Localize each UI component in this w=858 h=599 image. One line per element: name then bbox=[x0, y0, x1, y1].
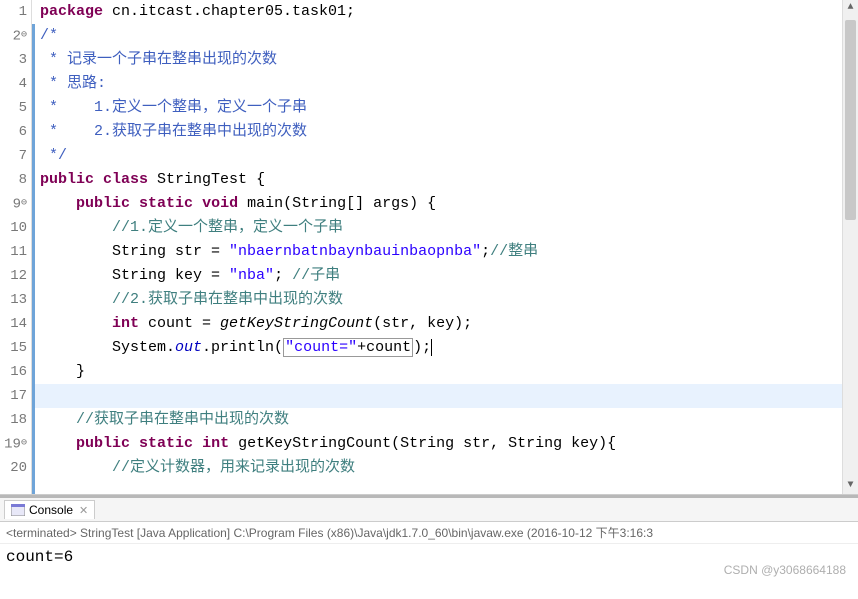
change-marker bbox=[32, 24, 35, 494]
code-line[interactable]: String key = "nba"; //子串 bbox=[32, 264, 858, 288]
line-number[interactable]: 13 bbox=[0, 288, 27, 312]
vertical-scrollbar[interactable]: ▲ ▼ bbox=[842, 0, 858, 494]
text-cursor bbox=[431, 339, 432, 356]
editor-area: 1 2⊖ 3 4 5 6 7 8 9⊖ 10 11 12 13 14 15 16… bbox=[0, 0, 858, 495]
line-number[interactable]: 7 bbox=[0, 144, 27, 168]
code-line[interactable]: } bbox=[32, 360, 858, 384]
code-line[interactable]: * 记录一个子串在整串出现的次数 bbox=[32, 48, 858, 72]
line-number[interactable]: 20 bbox=[0, 456, 27, 480]
line-number[interactable]: 18 bbox=[0, 408, 27, 432]
code-line[interactable]: //1.定义一个整串，定义一个子串 bbox=[32, 216, 858, 240]
code-line[interactable]: System.out.println("count="+count); bbox=[32, 336, 858, 360]
code-line[interactable]: public static int getKeyStringCount(Stri… bbox=[32, 432, 858, 456]
fold-toggle-icon[interactable]: ⊖ bbox=[21, 438, 27, 449]
code-line[interactable]: public static void main(String[] args) { bbox=[32, 192, 858, 216]
code-line[interactable]: int count = getKeyStringCount(str, key); bbox=[32, 312, 858, 336]
code-line[interactable]: * 思路: bbox=[32, 72, 858, 96]
code-line-highlighted[interactable] bbox=[32, 384, 858, 408]
console-tab[interactable]: Console ✕ bbox=[4, 500, 95, 519]
line-number[interactable]: 1 bbox=[0, 0, 27, 24]
line-number[interactable]: 9⊖ bbox=[0, 192, 27, 216]
code-line[interactable]: */ bbox=[32, 144, 858, 168]
line-number[interactable]: 3 bbox=[0, 48, 27, 72]
line-number[interactable]: 2⊖ bbox=[0, 24, 27, 48]
code-line[interactable]: //定义计数器，用来记录出现的次数 bbox=[32, 456, 858, 480]
fold-toggle-icon[interactable]: ⊖ bbox=[21, 30, 27, 41]
line-number[interactable]: 17 bbox=[0, 384, 27, 408]
line-number[interactable]: 4 bbox=[0, 72, 27, 96]
line-number[interactable]: 6 bbox=[0, 120, 27, 144]
code-line[interactable]: /* bbox=[32, 24, 858, 48]
console-icon bbox=[11, 504, 25, 516]
fold-toggle-icon[interactable]: ⊖ bbox=[21, 198, 27, 209]
watermark: CSDN @y3068664188 bbox=[724, 563, 846, 577]
line-gutter: 1 2⊖ 3 4 5 6 7 8 9⊖ 10 11 12 13 14 15 16… bbox=[0, 0, 32, 494]
code-line[interactable]: public class StringTest { bbox=[32, 168, 858, 192]
code-line[interactable]: //2.获取子串在整串中出现的次数 bbox=[32, 288, 858, 312]
console-status: <terminated> StringTest [Java Applicatio… bbox=[0, 522, 858, 544]
line-number[interactable]: 19⊖ bbox=[0, 432, 27, 456]
line-number[interactable]: 5 bbox=[0, 96, 27, 120]
scrollbar-thumb[interactable] bbox=[845, 20, 856, 220]
scroll-down-icon[interactable]: ▼ bbox=[843, 478, 858, 494]
line-number[interactable]: 8 bbox=[0, 168, 27, 192]
line-number[interactable]: 16 bbox=[0, 360, 27, 384]
console-panel: Console ✕ <terminated> StringTest [Java … bbox=[0, 495, 858, 570]
code-line[interactable]: * 1.定义一个整串，定义一个子串 bbox=[32, 96, 858, 120]
close-icon[interactable]: ✕ bbox=[79, 504, 88, 517]
code-content[interactable]: package cn.itcast.chapter05.task01; /* *… bbox=[32, 0, 858, 494]
line-number[interactable]: 14 bbox=[0, 312, 27, 336]
console-tab-label: Console bbox=[29, 503, 73, 517]
line-number[interactable]: 15 bbox=[0, 336, 27, 360]
scroll-up-icon[interactable]: ▲ bbox=[843, 0, 858, 16]
code-line[interactable]: * 2.获取子串在整串中出现的次数 bbox=[32, 120, 858, 144]
line-number[interactable]: 12 bbox=[0, 264, 27, 288]
code-line[interactable]: String str = "nbaernbatnbaynbauinbaopnba… bbox=[32, 240, 858, 264]
line-number[interactable]: 10 bbox=[0, 216, 27, 240]
console-tab-bar: Console ✕ bbox=[0, 498, 858, 522]
line-number[interactable]: 11 bbox=[0, 240, 27, 264]
code-line[interactable]: package cn.itcast.chapter05.task01; bbox=[32, 0, 858, 24]
code-line[interactable]: //获取子串在整串中出现的次数 bbox=[32, 408, 858, 432]
